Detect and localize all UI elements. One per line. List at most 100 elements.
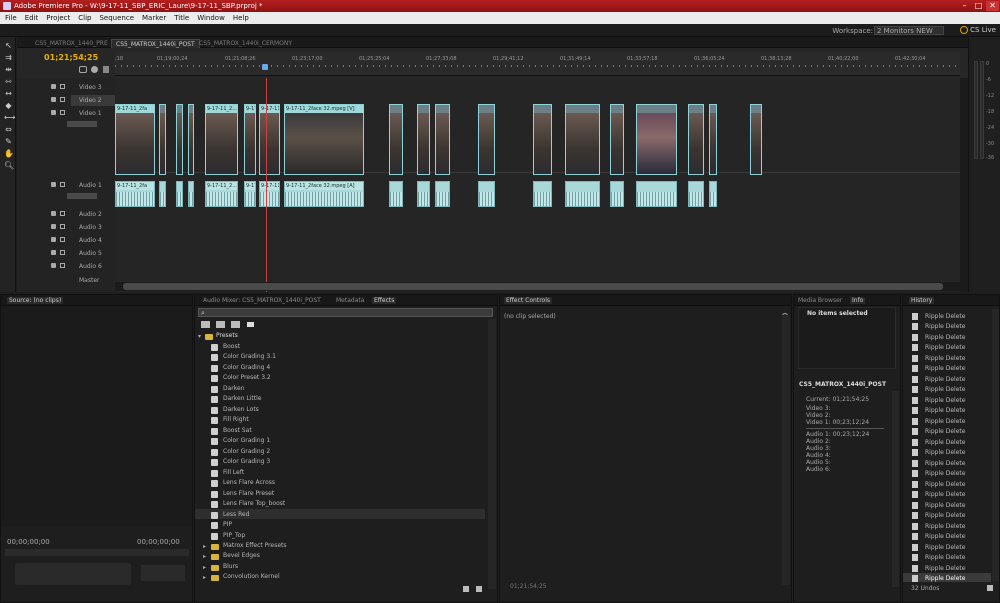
preset-item[interactable]: Darken xyxy=(223,384,245,394)
history-item[interactable]: Ripple Delete xyxy=(925,386,965,393)
history-item[interactable]: Ripple Delete xyxy=(925,470,965,477)
audio-clip[interactable]: 9-17-11_2face 32.mpeg [A] xyxy=(284,181,364,207)
tab-media-browser[interactable]: Media Browser xyxy=(798,297,842,304)
history-item[interactable]: Ripple Delete xyxy=(925,449,965,456)
tab-audio-mixer[interactable]: Audio Mixer: CS5_MATROX_1440i_POST xyxy=(203,297,321,304)
tab-sequence-post[interactable]: CS5_MATROX_1440i_POST xyxy=(111,39,200,48)
history-item[interactable]: Ripple Delete xyxy=(925,313,965,320)
tab-source[interactable]: Source: (no clips) xyxy=(7,297,64,304)
speaker-icon[interactable] xyxy=(51,250,56,255)
yuv-effects-icon[interactable] xyxy=(231,321,240,328)
audio-clip[interactable] xyxy=(688,181,704,207)
audio-clip[interactable] xyxy=(176,181,183,207)
history-item[interactable]: Ripple Delete xyxy=(925,565,965,572)
preset-item[interactable]: Lens Flare Across xyxy=(223,478,275,488)
video-clip[interactable] xyxy=(610,104,624,175)
preset-item[interactable]: Boost xyxy=(223,342,240,352)
razor-tool-icon[interactable]: ◆ xyxy=(4,102,13,110)
transport-controls[interactable] xyxy=(15,563,131,585)
expand-arrow-icon[interactable]: ▸ xyxy=(203,543,206,550)
marker-icon[interactable] xyxy=(91,66,98,73)
history-item[interactable]: Ripple Delete xyxy=(925,554,965,561)
video-clip[interactable] xyxy=(636,104,677,175)
eye-icon[interactable] xyxy=(51,84,56,89)
effects-search-input[interactable]: ⌕ xyxy=(198,308,493,317)
track-keyframe-control[interactable] xyxy=(67,121,97,127)
video-clip[interactable] xyxy=(565,104,600,175)
info-scrollbar[interactable] xyxy=(892,391,899,587)
lock-icon[interactable] xyxy=(60,250,65,255)
slip-tool-icon[interactable]: ⟷ xyxy=(4,114,15,122)
preset-folder[interactable]: Bevel Edges xyxy=(223,551,260,561)
preset-item[interactable]: Boost Sat xyxy=(223,426,252,436)
video-clip[interactable] xyxy=(176,104,183,175)
audio-clip[interactable] xyxy=(435,181,450,207)
tab-sequence-ceremony[interactable]: CS5_MATROX_1440i_CERMONY xyxy=(195,39,296,48)
rate-stretch-tool-icon[interactable]: ↔ xyxy=(4,90,13,98)
expand-arrow-icon[interactable]: ▸ xyxy=(203,564,206,571)
audio-clip[interactable] xyxy=(159,181,166,207)
audio-clip[interactable]: 9-17-11_2 xyxy=(244,181,256,207)
video-clip[interactable] xyxy=(478,104,495,175)
history-item[interactable]: Ripple Delete xyxy=(925,491,965,498)
audio-clip[interactable] xyxy=(709,181,717,207)
track-audio-6[interactable]: Audio 6 xyxy=(17,261,115,273)
menu-project[interactable]: Project xyxy=(43,12,73,24)
preset-item[interactable]: Color Grading 4 xyxy=(223,363,270,373)
playhead-handle[interactable] xyxy=(262,64,268,70)
audio-clip[interactable] xyxy=(610,181,624,207)
menu-help[interactable]: Help xyxy=(230,12,252,24)
preset-item[interactable]: Darken Little xyxy=(223,394,262,404)
snap-icon[interactable] xyxy=(79,66,87,73)
preset-item[interactable]: Lens Flare Preset xyxy=(223,489,274,499)
track-lanes[interactable]: 9-17-11_2fa 9-17-11_2... 9-17-11_2 9-17-… xyxy=(115,78,960,292)
cs-live-button[interactable]: CS Live xyxy=(960,26,996,34)
preset-folder[interactable]: Convolution Kernel xyxy=(223,572,280,582)
menu-marker[interactable]: Marker xyxy=(139,12,169,24)
track-audio-4[interactable]: Audio 4 xyxy=(17,235,115,247)
history-item[interactable]: Ripple Delete xyxy=(925,481,965,488)
audio-clip[interactable] xyxy=(389,181,403,207)
speaker-icon[interactable] xyxy=(51,211,56,216)
history-item[interactable]: Ripple Delete xyxy=(925,523,965,530)
video-clip[interactable] xyxy=(533,104,552,175)
effect-controls-scrollbar[interactable] xyxy=(782,315,790,585)
history-item[interactable]: Ripple Delete xyxy=(925,334,965,341)
speaker-icon[interactable] xyxy=(51,224,56,229)
32bit-effects-icon[interactable] xyxy=(216,321,225,328)
audio-clip[interactable] xyxy=(478,181,495,207)
history-item-current[interactable]: Ripple Delete xyxy=(925,575,965,582)
selection-tool-icon[interactable]: ↖ xyxy=(4,42,13,50)
track-select-tool-icon[interactable]: ⇉ xyxy=(4,54,13,62)
lock-icon[interactable] xyxy=(60,110,65,115)
audio-clip[interactable] xyxy=(565,181,600,207)
history-item[interactable]: Ripple Delete xyxy=(925,512,965,519)
preset-item[interactable]: PIP_Top xyxy=(223,531,245,541)
history-item[interactable]: Ripple Delete xyxy=(925,323,965,330)
preset-item-selected[interactable]: Less Red xyxy=(223,510,250,520)
speaker-icon[interactable] xyxy=(51,237,56,242)
history-item[interactable]: Ripple Delete xyxy=(925,344,965,351)
video-clip[interactable] xyxy=(389,104,403,175)
ripple-edit-tool-icon[interactable]: ⇹ xyxy=(4,66,13,74)
audio-clip[interactable] xyxy=(417,181,430,207)
preset-item[interactable]: Fill Right xyxy=(223,415,249,425)
history-item[interactable]: Ripple Delete xyxy=(925,397,965,404)
lock-icon[interactable] xyxy=(60,182,65,187)
video-clip[interactable]: 9-17-11_2face 32.mpeg [V] xyxy=(284,104,364,175)
audio-clip[interactable] xyxy=(636,181,677,207)
video-clip[interactable] xyxy=(159,104,166,175)
eye-icon[interactable] xyxy=(51,110,56,115)
lock-icon[interactable] xyxy=(60,263,65,268)
lock-icon[interactable] xyxy=(60,97,65,102)
preset-item[interactable]: Lens Flare Top_boost xyxy=(223,499,285,509)
track-keyframe-control[interactable] xyxy=(67,193,97,199)
presets-folder[interactable]: Presets xyxy=(216,331,238,341)
history-item[interactable]: Ripple Delete xyxy=(925,365,965,372)
preset-folder[interactable]: Blurs xyxy=(223,562,238,572)
speaker-icon[interactable] xyxy=(51,182,56,187)
track-audio-1[interactable]: Audio 1 xyxy=(17,180,115,210)
audio-clip[interactable]: 9-17-11_2fa xyxy=(115,181,155,207)
audio-clip[interactable]: 9-17-11_2... xyxy=(205,181,238,207)
tab-effect-controls[interactable]: Effect Controls xyxy=(504,297,552,304)
